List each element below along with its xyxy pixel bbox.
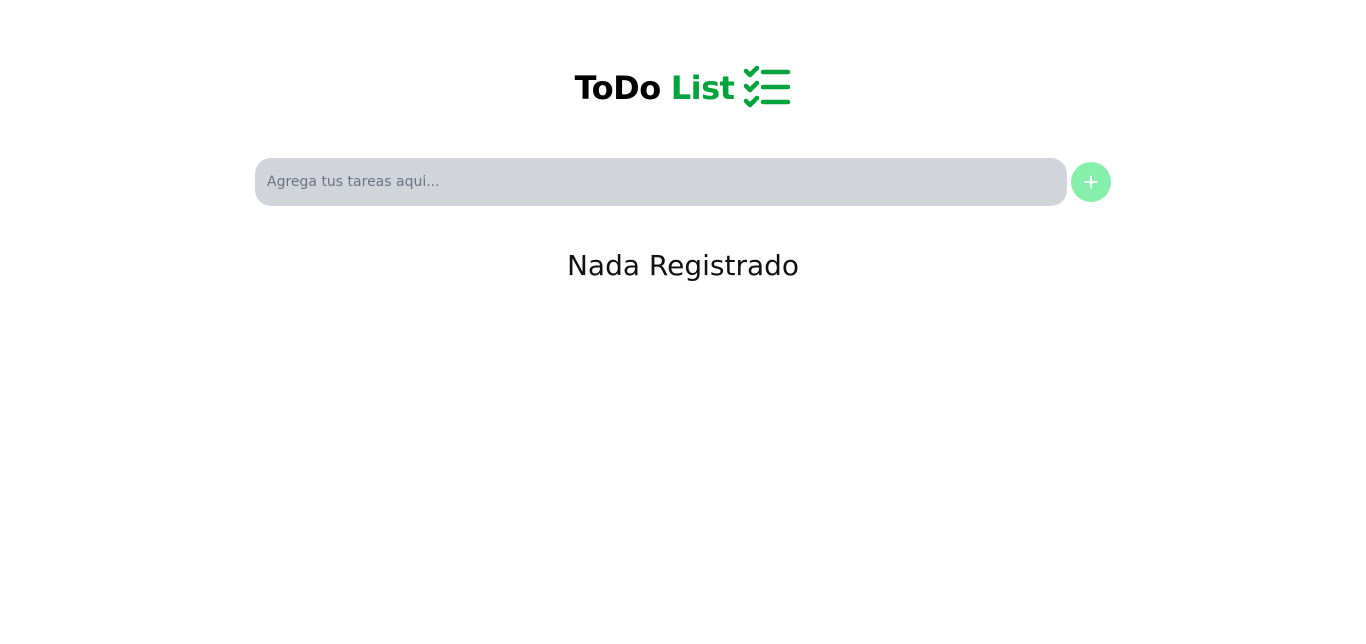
app-title: ToDo List bbox=[575, 62, 792, 114]
app-header: ToDo List bbox=[0, 62, 1366, 114]
title-accent: List bbox=[670, 69, 735, 107]
todo-app: ToDo List Agrega tus tareas aqui... Nada… bbox=[0, 0, 1366, 644]
empty-state-message: Nada Registrado bbox=[566, 249, 800, 282]
task-input[interactable] bbox=[255, 158, 1067, 206]
add-task-form bbox=[255, 158, 1111, 206]
add-task-button[interactable] bbox=[1071, 162, 1111, 202]
title-primary: ToDo bbox=[574, 69, 662, 107]
plus-icon bbox=[1084, 175, 1098, 189]
checklist-icon bbox=[744, 66, 791, 108]
